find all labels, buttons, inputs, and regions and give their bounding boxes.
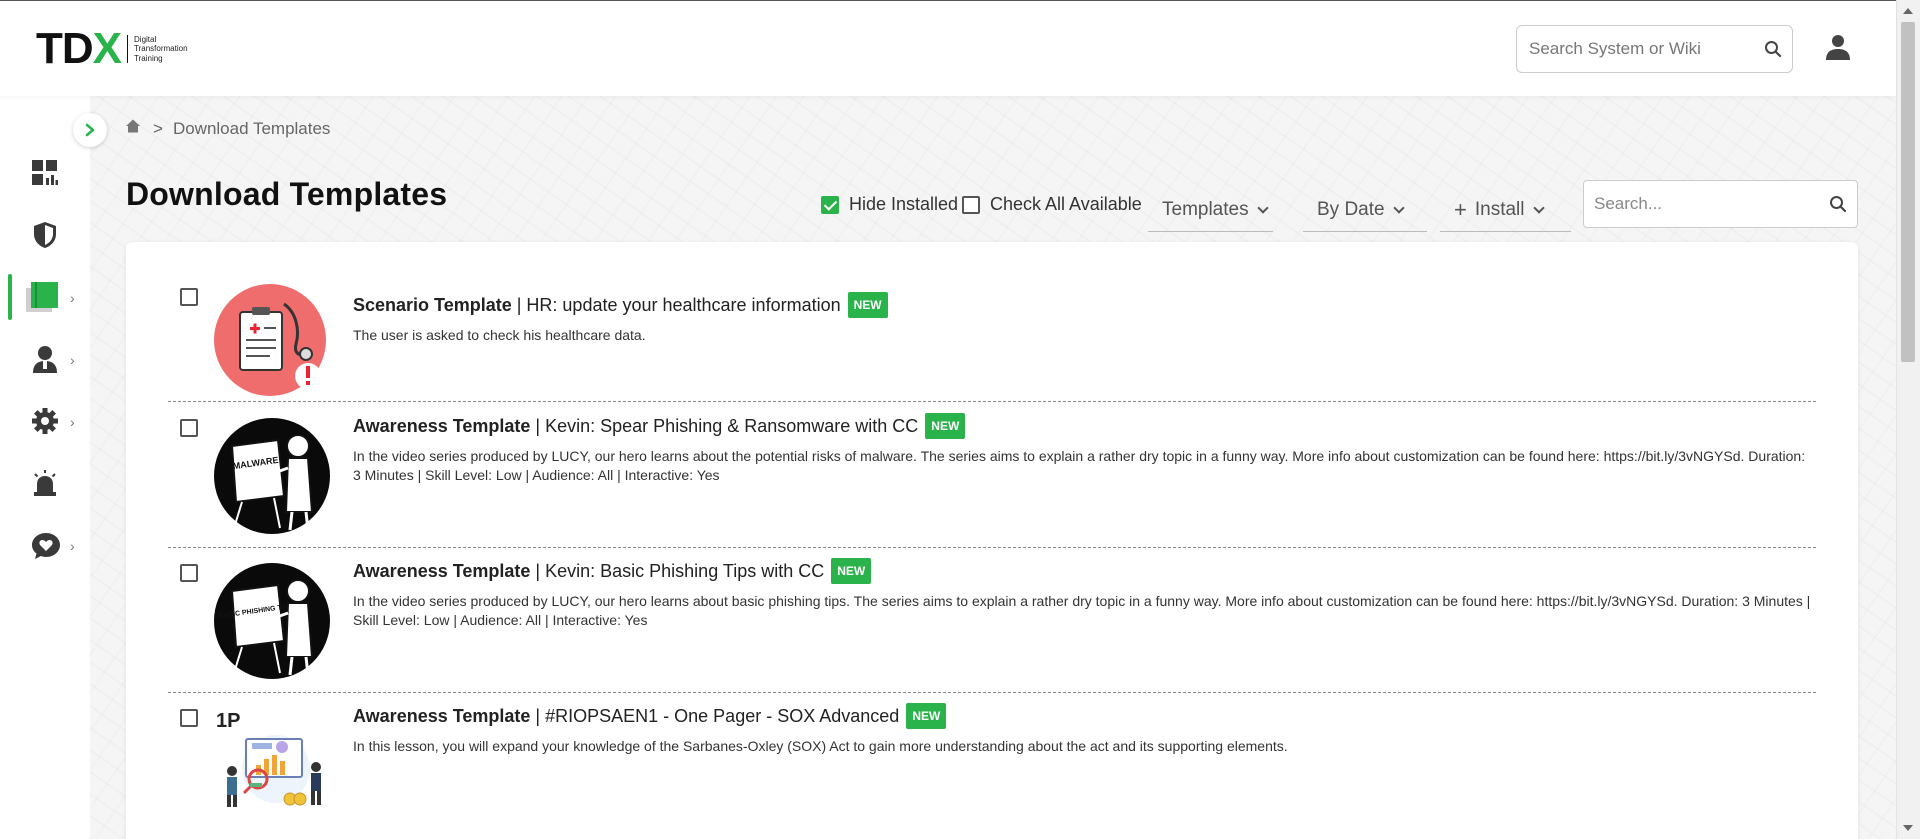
sidebar-item-support[interactable]: › [0, 520, 90, 570]
chevron-right-icon: › [70, 352, 75, 368]
template-thumbnail-healthcare [212, 282, 332, 402]
template-checkbox[interactable] [180, 564, 198, 582]
templates-filter-label: Templates [1162, 198, 1249, 220]
check-all-label: Check All Available [990, 194, 1142, 214]
template-row: Scenario Template | HR: update your heal… [168, 272, 1816, 402]
hide-installed-checkbox[interactable] [821, 195, 839, 214]
template-row: MALWARE Awareness Template | Kevin: Spea… [168, 403, 1816, 548]
template-thumbnail-kevin-malware: MALWARE [212, 416, 332, 536]
scroll-down-arrow-icon[interactable] [1903, 825, 1913, 831]
chevron-right-icon: › [70, 538, 75, 554]
new-badge: NEW [847, 292, 888, 318]
template-content: Awareness Template | Kevin: Spear Phishi… [353, 413, 1816, 485]
sidebar-item-security[interactable] [0, 210, 90, 260]
sidebar-toggle-button[interactable] [73, 113, 107, 147]
global-search-input[interactable] [1529, 39, 1749, 59]
sidebar-item-settings[interactable]: › [0, 396, 90, 446]
check-all-toggle[interactable]: Check All Available [962, 194, 1142, 215]
template-description: In this lesson, you will expand your kno… [353, 738, 1288, 754]
templates-book-icon [24, 280, 60, 319]
sidebar-item-alerts[interactable] [0, 458, 90, 508]
breadcrumb-separator: > [153, 118, 163, 138]
chevron-down-icon [1256, 201, 1269, 214]
dashboard-icon [30, 158, 60, 193]
hide-installed-label: Hide Installed [849, 194, 959, 214]
thumb-label: 1P [216, 710, 240, 732]
chevron-right-icon [85, 123, 95, 137]
new-badge: NEW [831, 558, 872, 584]
users-icon [30, 344, 60, 379]
home-icon[interactable] [125, 118, 141, 139]
sort-dropdown[interactable]: By Date [1303, 188, 1427, 232]
global-search-box [1516, 25, 1793, 73]
install-dropdown[interactable]: + Install [1440, 188, 1571, 232]
template-title[interactable]: Awareness Template | #RIOPSAEN1 - One Pa… [353, 703, 1816, 729]
hide-installed-toggle[interactable]: Hide Installed [821, 194, 958, 215]
top-header: TDX Digital Transformation Training [0, 0, 1896, 96]
chevron-down-icon [1392, 201, 1405, 214]
logo-mark: TDX [36, 24, 122, 73]
template-row: BASIC PHISHING TIPS Awareness Template |… [168, 548, 1816, 693]
template-description: In the video series produced by LUCY, ou… [353, 593, 1811, 628]
main-content: > Download Templates Download Templates … [90, 96, 1896, 839]
template-list: Scenario Template | HR: update your heal… [126, 242, 1858, 839]
template-title[interactable]: Awareness Template | Kevin: Basic Phishi… [353, 558, 1816, 584]
template-row: 1P Awareness Template | #RIOPSAEN1 - One… [168, 693, 1816, 833]
sort-label: By Date [1317, 198, 1385, 220]
user-account-icon[interactable] [1824, 33, 1852, 66]
sidebar-item-users[interactable]: › [0, 334, 90, 384]
template-title[interactable]: Scenario Template | HR: update your heal… [353, 292, 1816, 318]
template-search-box [1583, 180, 1858, 228]
template-description: The user is asked to check his healthcar… [353, 327, 646, 343]
page-title: Download Templates [126, 176, 448, 212]
chevron-right-icon: › [70, 290, 75, 306]
logo-divider [127, 35, 129, 63]
alarm-icon [30, 468, 60, 503]
new-badge: NEW [906, 703, 947, 729]
chevron-down-icon [1532, 201, 1545, 214]
tdx-logo[interactable]: TDX Digital Transformation Training [36, 24, 188, 73]
template-content: Scenario Template | HR: update your heal… [353, 292, 1816, 345]
sidebar: › › › › [0, 96, 90, 839]
breadcrumb: > Download Templates [125, 118, 330, 139]
scroll-up-arrow-icon[interactable] [1903, 8, 1913, 14]
install-label: Install [1474, 198, 1525, 220]
page-scrollbar[interactable] [1896, 0, 1920, 839]
templates-filter-dropdown[interactable]: Templates [1148, 188, 1273, 232]
template-description: In the video series produced by LUCY, ou… [353, 448, 1806, 483]
gear-icon [30, 406, 60, 441]
check-all-checkbox[interactable] [962, 195, 980, 214]
template-content: Awareness Template | #RIOPSAEN1 - One Pa… [353, 703, 1816, 756]
template-thumbnail-kevin-phishing: BASIC PHISHING TIPS [212, 561, 332, 681]
template-checkbox[interactable] [180, 709, 198, 727]
heart-chat-icon [30, 530, 62, 567]
new-badge: NEW [925, 413, 966, 439]
template-title[interactable]: Awareness Template | Kevin: Spear Phishi… [353, 413, 1816, 439]
template-checkbox[interactable] [180, 288, 198, 306]
template-search-input[interactable] [1594, 194, 1814, 214]
template-thumbnail-one-pager: 1P [212, 707, 332, 827]
scrollbar-thumb[interactable] [1901, 22, 1915, 362]
chevron-right-icon: › [70, 414, 75, 430]
shield-icon [30, 220, 60, 255]
search-icon[interactable] [1764, 40, 1782, 63]
template-content: Awareness Template | Kevin: Basic Phishi… [353, 558, 1816, 630]
plus-icon: + [1454, 196, 1467, 222]
template-checkbox[interactable] [180, 419, 198, 437]
sidebar-item-templates[interactable]: › [0, 272, 90, 322]
search-icon[interactable] [1829, 195, 1847, 218]
breadcrumb-current: Download Templates [172, 118, 331, 138]
logo-tagline: Digital Transformation Training [134, 34, 188, 63]
sidebar-item-dashboard[interactable] [0, 148, 90, 198]
